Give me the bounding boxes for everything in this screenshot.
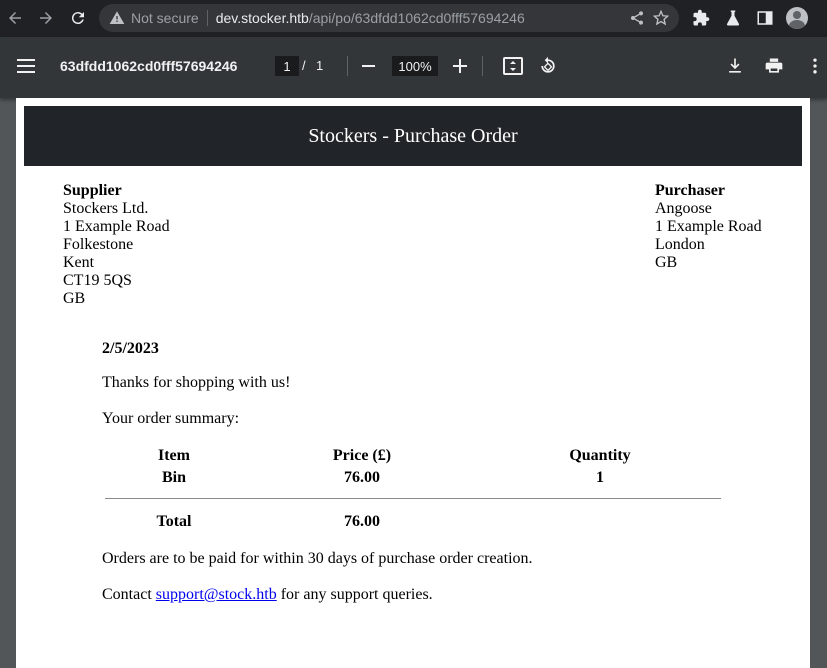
address-line: Stockers Ltd. bbox=[63, 200, 149, 217]
share-icon bbox=[631, 11, 643, 25]
order-date: 2/5/2023 bbox=[102, 340, 159, 357]
table-divider bbox=[105, 498, 721, 499]
payment-terms: Orders are to be paid for within 30 days… bbox=[102, 550, 533, 567]
zoom-in-button[interactable] bbox=[452, 58, 468, 74]
not-secure-label: Not secure bbox=[131, 10, 199, 26]
address-line: CT19 5QS bbox=[63, 272, 132, 289]
side-panel-button[interactable] bbox=[754, 7, 776, 29]
printer-icon bbox=[765, 58, 783, 73]
profile-avatar[interactable] bbox=[786, 7, 808, 29]
purchaser-address: Purchaser Angoose 1 Example Road London … bbox=[655, 182, 762, 272]
pdf-more-button[interactable] bbox=[805, 56, 825, 76]
print-button[interactable] bbox=[764, 56, 784, 76]
rotate-button[interactable] bbox=[538, 56, 558, 76]
summary-label: Your order summary: bbox=[102, 410, 240, 427]
forward-button[interactable] bbox=[34, 6, 58, 30]
hamburger-line bbox=[17, 71, 35, 73]
back-button[interactable] bbox=[3, 6, 27, 30]
warning-triangle-icon bbox=[109, 11, 125, 24]
browser-menu-button[interactable] bbox=[818, 7, 827, 29]
fit-page-icon bbox=[503, 57, 523, 75]
table-header-price: Price (£) bbox=[332, 447, 392, 464]
page-number-input[interactable]: 1 bbox=[275, 56, 299, 76]
support-email-link[interactable]: support@stock.htb bbox=[156, 586, 277, 603]
extensions-button[interactable] bbox=[690, 7, 712, 29]
table-cell-quantity: 1 bbox=[596, 469, 604, 486]
pdf-title: 63dfdd1062cd0fff57694246 bbox=[60, 58, 238, 74]
hamburger-icon bbox=[17, 59, 35, 61]
toolbar-divider bbox=[347, 56, 348, 76]
reload-button[interactable] bbox=[66, 6, 90, 30]
zoom-level-input[interactable]: 100% bbox=[392, 56, 438, 76]
side-panel-icon bbox=[757, 11, 773, 25]
supplier-label: Supplier bbox=[63, 182, 122, 199]
arrow-right-icon bbox=[40, 12, 52, 24]
bookmark-button[interactable] bbox=[653, 10, 669, 26]
total-value: 76.00 bbox=[344, 513, 380, 530]
more-vertical-icon bbox=[820, 9, 827, 27]
hamburger-line bbox=[17, 65, 35, 67]
pdf-menu-button[interactable] bbox=[17, 59, 35, 73]
browser-toolbar: Not secure dev.stocker.htb/api/po/63dfdd… bbox=[0, 0, 827, 37]
purchaser-label: Purchaser bbox=[655, 182, 725, 199]
table-header-item: Item bbox=[158, 447, 190, 464]
document-header: Stockers - Purchase Order bbox=[24, 106, 802, 166]
share-button[interactable] bbox=[629, 10, 645, 26]
thanks-message: Thanks for shopping with us! bbox=[102, 374, 291, 391]
download-button[interactable] bbox=[725, 56, 745, 76]
url-host: dev.stocker.htb bbox=[215, 10, 309, 26]
address-line: London bbox=[655, 236, 705, 253]
pdf-toolbar: 63dfdd1062cd0fff57694246 1 / 1 100% bbox=[0, 37, 827, 98]
omnibox-divider bbox=[206, 10, 208, 26]
address-line: GB bbox=[63, 290, 86, 307]
flask-icon bbox=[726, 10, 740, 26]
fit-to-page-button[interactable] bbox=[503, 57, 523, 75]
address-line: 1 Example Road bbox=[655, 218, 762, 235]
download-icon bbox=[729, 58, 741, 73]
contact-line: Contact support@stock.htb for any suppor… bbox=[102, 586, 433, 604]
toolbar-divider bbox=[482, 56, 483, 76]
url-path: /api/po/63dfdd1062cd0fff57694246 bbox=[308, 10, 525, 26]
contact-suffix: for any support queries. bbox=[276, 586, 433, 603]
table-header-quantity: Quantity bbox=[569, 447, 631, 464]
address-line: GB bbox=[655, 254, 678, 271]
address-line: Angoose bbox=[655, 200, 712, 217]
address-line: 1 Example Road bbox=[63, 218, 170, 235]
puzzle-icon bbox=[693, 9, 710, 26]
reload-icon bbox=[71, 12, 84, 25]
page-total: 1 bbox=[316, 58, 324, 73]
star-icon bbox=[653, 10, 669, 26]
pdf-page: Stockers - Purchase Order Supplier Stock… bbox=[16, 98, 810, 668]
total-label: Total bbox=[156, 513, 192, 530]
address-line: Folkestone bbox=[63, 236, 134, 253]
table-cell-price: 76.00 bbox=[344, 469, 380, 486]
more-vertical-icon bbox=[813, 58, 817, 74]
address-bar[interactable]: Not secure dev.stocker.htb/api/po/63dfdd… bbox=[99, 4, 679, 32]
contact-prefix: Contact bbox=[102, 586, 156, 603]
labs-button[interactable] bbox=[722, 7, 744, 29]
address-line: Kent bbox=[63, 254, 95, 271]
rotate-icon bbox=[541, 56, 555, 73]
supplier-address: Supplier Stockers Ltd. 1 Example Road Fo… bbox=[63, 182, 170, 308]
page-separator: / bbox=[302, 58, 306, 73]
table-cell-item: Bin bbox=[161, 469, 186, 486]
arrow-left-icon bbox=[9, 12, 21, 24]
zoom-out-button[interactable] bbox=[362, 65, 375, 67]
